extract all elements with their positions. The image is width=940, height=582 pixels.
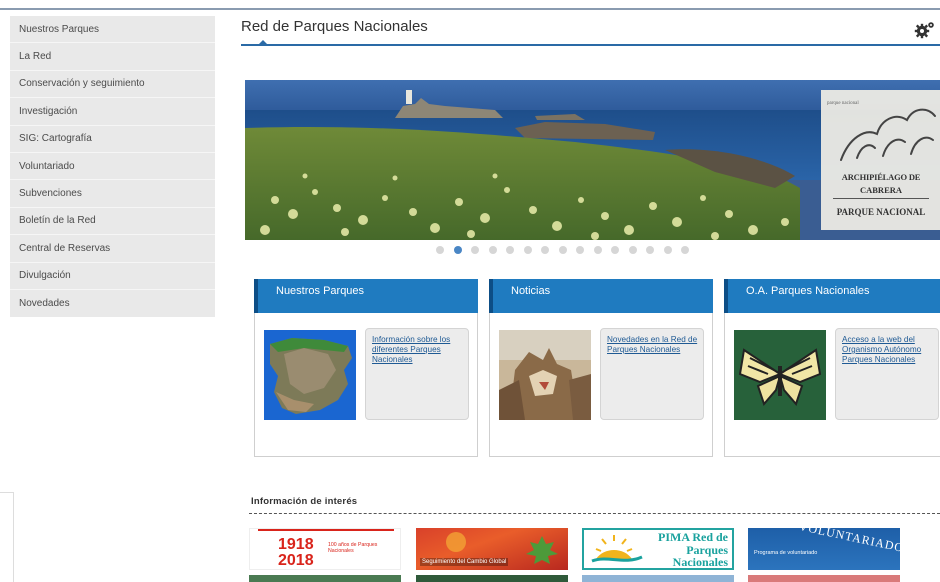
card-noticias: Noticias Novedades en la Red de Parques … bbox=[489, 279, 713, 457]
slider-dot[interactable] bbox=[663, 246, 672, 254]
sidebar-item-nuestros-parques[interactable]: Nuestros Parques bbox=[10, 16, 215, 44]
slider-dot[interactable] bbox=[681, 246, 689, 254]
park-logo-line2: CABRERA bbox=[859, 185, 903, 195]
banner-centenary[interactable]: 1918 2018 100 años de Parques Nacionales bbox=[249, 528, 401, 570]
svg-text:parque nacional: parque nacional bbox=[827, 101, 859, 106]
info-section-title: Información de interés bbox=[251, 496, 358, 507]
banner-year-end: 2018 bbox=[278, 552, 314, 569]
sidebar-item-investigacion[interactable]: Investigación bbox=[10, 98, 215, 126]
card-title[interactable]: Nuestros Parques bbox=[254, 279, 478, 313]
banner-row2-3[interactable] bbox=[582, 575, 734, 582]
park-logo-line1: ARCHIPIÉLAGO DE bbox=[841, 172, 921, 182]
card-title[interactable]: O.A. Parques Nacionales bbox=[724, 279, 940, 313]
banner-voluntariado[interactable]: VOLUNTARIADO Programa de voluntariado bbox=[748, 528, 900, 570]
slider-dot[interactable] bbox=[576, 246, 584, 254]
slider-dot[interactable] bbox=[611, 246, 619, 254]
sidebar-item-boletin[interactable]: Boletín de la Red bbox=[10, 208, 215, 236]
card-link[interactable]: Acceso a la web del Organismo Autónomo P… bbox=[835, 328, 939, 420]
iberia-map-image[interactable] bbox=[264, 330, 356, 420]
card-oa-parques: O.A. Parques Nacionales Acceso a la web … bbox=[724, 279, 940, 457]
banner-centenary-text: 100 años de Parques Nacionales bbox=[328, 542, 378, 554]
park-logo: parque nacional ARCHIPIÉLAGO DE CABRERA … bbox=[821, 90, 940, 230]
sidebar-item-novedades[interactable]: Novedades bbox=[10, 290, 215, 317]
sidebar-item-central-reservas[interactable]: Central de Reservas bbox=[10, 235, 215, 263]
slider-dot[interactable] bbox=[646, 246, 654, 254]
banner-voluntariado-text: Programa de voluntariado bbox=[754, 550, 818, 556]
slider-dot[interactable] bbox=[488, 246, 497, 254]
sidebar-item-voluntariado[interactable]: Voluntariado bbox=[10, 153, 215, 181]
slider-dot[interactable] bbox=[506, 246, 514, 254]
park-logo-line3: PARQUE NACIONAL bbox=[836, 207, 926, 217]
title-underline bbox=[241, 44, 940, 46]
sun-logo-icon bbox=[591, 535, 643, 563]
banner-seguimiento-text: Seguimiento del Cambio Global bbox=[420, 558, 509, 566]
sidebar-nav: Nuestros Parques La Red Conservación y s… bbox=[10, 16, 215, 318]
card-link[interactable]: Información sobre los diferentes Parques… bbox=[365, 328, 469, 420]
slider-dot[interactable] bbox=[471, 246, 479, 254]
top-border bbox=[0, 8, 940, 10]
left-edge-frame bbox=[0, 492, 14, 582]
card-link[interactable]: Novedades en la Red de Parques Nacionale… bbox=[600, 328, 704, 420]
banner-seguimiento[interactable]: Seguimiento del Cambio Global bbox=[416, 528, 568, 570]
banner-pima[interactable]: PIMA Red de Parques Nacionales bbox=[582, 528, 734, 570]
park-logo-mark: parque nacional bbox=[827, 101, 936, 161]
slider-dot[interactable] bbox=[436, 246, 444, 254]
park-logo-divider bbox=[833, 198, 929, 199]
banner-row2-1[interactable] bbox=[249, 575, 401, 582]
info-section-divider bbox=[249, 513, 940, 514]
banner-row2-2[interactable] bbox=[416, 575, 568, 582]
banner-pima-text: PIMA Red de Parques Nacionales bbox=[658, 530, 728, 569]
card-nuestros-parques: Nuestros Parques Información sobre los d… bbox=[254, 279, 478, 457]
slider-dot[interactable] bbox=[541, 246, 549, 254]
slider-dot[interactable] bbox=[453, 246, 462, 254]
sidebar-item-la-red[interactable]: La Red bbox=[10, 43, 215, 71]
sidebar-item-sig-cartografia[interactable]: SIG: Cartografía bbox=[10, 126, 215, 153]
slider-dot[interactable] bbox=[593, 246, 602, 254]
banner-year-start: 1918 bbox=[278, 536, 314, 553]
slider-dot[interactable] bbox=[628, 246, 637, 254]
butterfly-image[interactable] bbox=[734, 330, 826, 420]
slider-dots bbox=[436, 246, 689, 254]
banner-row2-4[interactable] bbox=[748, 575, 900, 582]
sidebar-item-subvenciones[interactable]: Subvenciones bbox=[10, 180, 215, 208]
page-title: Red de Parques Nacionales bbox=[241, 18, 428, 35]
sidebar-item-divulgacion[interactable]: Divulgación bbox=[10, 263, 215, 290]
card-title[interactable]: Noticias bbox=[489, 279, 713, 313]
lynx-image[interactable] bbox=[499, 330, 591, 420]
title-notch bbox=[258, 40, 268, 45]
slider-dot[interactable] bbox=[558, 246, 567, 254]
banner-red-line bbox=[258, 529, 394, 531]
gear-icon[interactable] bbox=[914, 20, 936, 40]
hero-slider[interactable]: parque nacional ARCHIPIÉLAGO DE CABRERA … bbox=[245, 80, 940, 240]
sidebar-item-conservacion[interactable]: Conservación y seguimiento bbox=[10, 71, 215, 99]
slider-dot[interactable] bbox=[523, 246, 532, 254]
